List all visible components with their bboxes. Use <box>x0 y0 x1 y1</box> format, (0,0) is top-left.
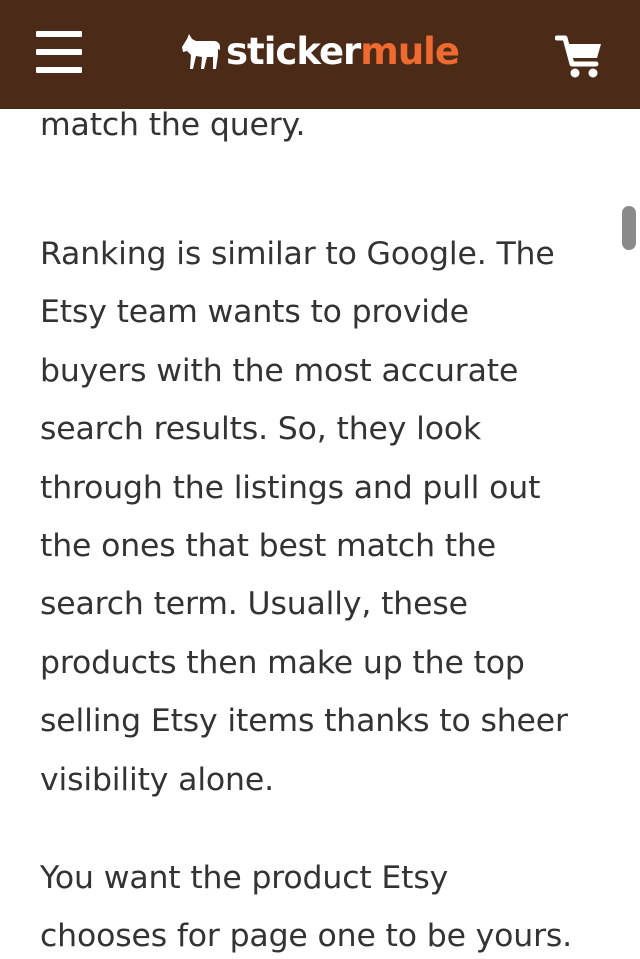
sticker-mule-logo[interactable]: stickermule <box>180 26 460 78</box>
logo-text-mule: mule <box>360 30 460 73</box>
article-paragraph: Ranking is similar to Google. The Etsy t… <box>40 236 568 798</box>
hamburger-menu-icon[interactable] <box>36 31 82 73</box>
mule-icon <box>182 34 220 69</box>
logo-text-sticker: sticker <box>226 30 361 73</box>
shopping-cart-icon[interactable] <box>554 35 605 79</box>
article-paragraph: You want the product Etsy chooses for pa… <box>40 860 573 955</box>
scrollbar-thumb[interactable] <box>622 206 636 250</box>
top-header: stickermule <box>0 0 640 109</box>
